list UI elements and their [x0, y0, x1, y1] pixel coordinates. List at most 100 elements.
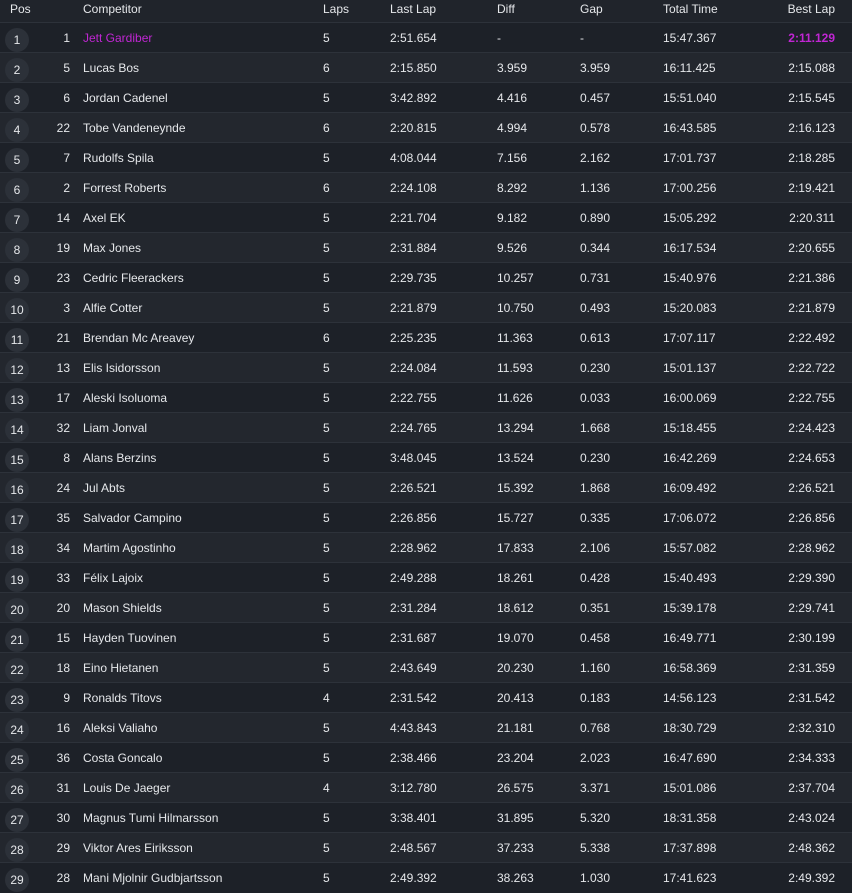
table-row[interactable]: 20 20 Mason Shields 5 2:31.284 18.612 0.351 15:…	[0, 592, 852, 622]
position-badge: 11	[5, 328, 29, 352]
table-row[interactable]: 23 9 Ronalds Titovs 4 2:31.542 20.413 0.183 14:…	[0, 682, 852, 712]
competitor-number: 9	[63, 691, 70, 705]
laps-value: 5	[323, 601, 330, 615]
diff-value: 9.526	[497, 241, 528, 255]
table-row[interactable]: 12 13 Elis Isidorsson 5 2:24.084 11.593 0.230 1…	[0, 352, 852, 382]
best-lap-value: 2:37.704	[788, 781, 835, 795]
best-lap-value: 2:21.386	[788, 271, 835, 285]
total-time-value: 15:51.040	[663, 91, 717, 105]
table-row[interactable]: 3 6 Jordan Cadenel 5 3:42.892 4.416 0.457 15:51…	[0, 82, 852, 112]
competitor-name: Jett Gardiber	[83, 31, 153, 45]
diff-value: 18.612	[497, 601, 534, 615]
last-lap-value: 3:38.401	[390, 811, 437, 825]
total-time-value: 16:47.690	[663, 751, 717, 765]
header-gap[interactable]: Gap	[580, 0, 650, 22]
competitor-number: 17	[56, 391, 70, 405]
table-row[interactable]: 28 29 Viktor Ares Eiriksson 5 2:48.567 37.233…	[0, 832, 852, 862]
last-lap-value: 2:24.765	[390, 421, 437, 435]
table-row[interactable]: 10 3 Alfie Cotter 5 2:21.879 10.750 0.493 15:20…	[0, 292, 852, 322]
table-row[interactable]: 5 7 Rudolfs Spila 5 4:08.044 7.156 2.162 17:01.…	[0, 142, 852, 172]
competitor-name: Brendan Mc Areavey	[83, 331, 195, 345]
competitor-number: 13	[56, 361, 70, 375]
total-time-value: 16:00.069	[663, 391, 717, 405]
laps-value: 5	[323, 481, 330, 495]
header-laps[interactable]: Laps	[323, 0, 353, 22]
total-time-value: 16:11.425	[663, 61, 716, 75]
header-pos[interactable]: Pos	[10, 0, 46, 22]
table-row[interactable]: 2 5 Lucas Bos 6 2:15.850 3.959 3.959 16:11.425 2…	[0, 52, 852, 82]
table-row[interactable]: 9 23 Cedric Fleerackers 5 2:29.735 10.257 0.73…	[0, 262, 852, 292]
table-row[interactable]: 7 14 Axel EK 5 2:21.704 9.182 0.890 15:05.292 2:…	[0, 202, 852, 232]
last-lap-value: 2:29.735	[390, 271, 437, 285]
table-row[interactable]: 29 28 Mani Mjolnir Gudbjartsson 5 2:49.392 38…	[0, 862, 852, 892]
competitor-number: 35	[56, 511, 70, 525]
header-diff[interactable]: Diff	[497, 0, 567, 22]
competitor-number: 1	[63, 31, 70, 45]
last-lap-value: 2:31.542	[390, 691, 437, 705]
laps-value: 5	[323, 811, 330, 825]
laps-value: 5	[323, 721, 330, 735]
position-badge: 20	[5, 598, 29, 622]
competitor-number: 8	[63, 451, 70, 465]
table-body: 1 1 Jett Gardiber 5 2:51.654- -15:47.367 2:11.…	[0, 22, 852, 892]
table-row[interactable]: 19 33 Félix Lajoix 5 2:49.288 18.261 0.428 15:4…	[0, 562, 852, 592]
table-row[interactable]: 27 30 Magnus Tumi Hilmarsson 5 3:38.401 31.89…	[0, 802, 852, 832]
table-row[interactable]: 8 19 Max Jones 5 2:31.884 9.526 0.344 16:17.534…	[0, 232, 852, 262]
laps-value: 5	[323, 301, 330, 315]
total-time-value: 18:30.729	[663, 721, 717, 735]
table-row[interactable]: 22 18 Eino Hietanen 5 2:43.649 20.230 1.160 16:…	[0, 652, 852, 682]
table-row[interactable]: 17 35 Salvador Campino 5 2:26.856 15.727 0.335…	[0, 502, 852, 532]
gap-value: 0.230	[580, 451, 611, 465]
gap-value: 5.338	[580, 841, 611, 855]
header-last-lap[interactable]: Last Lap	[390, 0, 470, 22]
table-row[interactable]: 18 34 Martim Agostinho 5 2:28.962 17.833 2.106…	[0, 532, 852, 562]
header-total-time[interactable]: Total Time	[663, 0, 753, 22]
competitor-name: Lucas Bos	[83, 61, 140, 75]
total-time-value: 15:40.976	[663, 271, 717, 285]
header-competitor[interactable]: Competitor	[83, 0, 303, 22]
header-best-lap[interactable]: Best Lap	[760, 0, 835, 22]
last-lap-value: 4:43.843	[390, 721, 437, 735]
diff-value: 21.181	[497, 721, 534, 735]
table-row[interactable]: 16 24 Jul Abts 5 2:26.521 15.392 1.868 16:09.49…	[0, 472, 852, 502]
total-time-value: 17:41.623	[663, 871, 717, 885]
last-lap-value: 3:42.892	[390, 91, 437, 105]
best-lap-value: 2:49.392	[788, 871, 835, 885]
position-badge: 27	[5, 808, 29, 832]
table-row[interactable]: 6 2 Forrest Roberts 6 2:24.108 8.292 1.136 17:0…	[0, 172, 852, 202]
competitor-name: Martim Agostinho	[83, 541, 176, 555]
position-badge: 23	[5, 688, 29, 712]
position-badge: 18	[5, 538, 29, 562]
competitor-number: 20	[56, 601, 70, 615]
table-row[interactable]: 21 15 Hayden Tuovinen 5 2:31.687 19.070 0.458 1…	[0, 622, 852, 652]
last-lap-value: 3:48.045	[390, 451, 437, 465]
best-lap-value: 2:11.129	[788, 31, 835, 45]
gap-value: 0.428	[580, 571, 611, 585]
gap-value: 2.023	[580, 751, 611, 765]
gap-value: 0.613	[580, 331, 611, 345]
competitor-number: 7	[63, 151, 70, 165]
table-row[interactable]: 25 36 Costa Goncalo 5 2:38.466 23.204 2.023 16:…	[0, 742, 852, 772]
table-row[interactable]: 14 32 Liam Jonval 5 2:24.765 13.294 1.668 15:18…	[0, 412, 852, 442]
table-row[interactable]: 26 31 Louis De Jaeger 4 3:12.780 26.575 3.371 1…	[0, 772, 852, 802]
laps-value: 5	[323, 211, 330, 225]
competitor-number: 5	[63, 61, 70, 75]
last-lap-value: 2:43.649	[390, 661, 437, 675]
table-row[interactable]: 1 1 Jett Gardiber 5 2:51.654 - - 15:47.367 2:11.…	[0, 22, 852, 52]
results-table: Pos Competitor Laps Last Lap Diff Gap To…	[0, 0, 852, 892]
laps-value: 5	[323, 421, 330, 435]
competitor-name: Tobe Vandeneynde	[83, 121, 186, 135]
competitor-name: Alfie Cotter	[83, 301, 143, 315]
last-lap-value: 3:12.780	[390, 781, 437, 795]
table-row[interactable]: 11 21 Brendan Mc Areavey 6 2:25.235 11.363 0.6…	[0, 322, 852, 352]
competitor-number: 16	[56, 721, 70, 735]
table-row[interactable]: 24 16 Aleksi Valiaho 5 4:43.843 21.181 0.768 18…	[0, 712, 852, 742]
competitor-name: Louis De Jaeger	[83, 781, 171, 795]
gap-value: 1.868	[580, 481, 611, 495]
diff-value: 37.233	[497, 841, 534, 855]
table-row[interactable]: 15 8 Alans Berzins 5 3:48.045 13.524 0.230 16:4…	[0, 442, 852, 472]
table-row[interactable]: 4 22 Tobe Vandeneynde 6 2:20.815 4.994 0.578 16…	[0, 112, 852, 142]
competitor-name: Mason Shields	[83, 601, 162, 615]
laps-value: 5	[323, 31, 330, 45]
table-row[interactable]: 13 17 Aleski Isoluoma 5 2:22.755 11.626 0.033 1…	[0, 382, 852, 412]
